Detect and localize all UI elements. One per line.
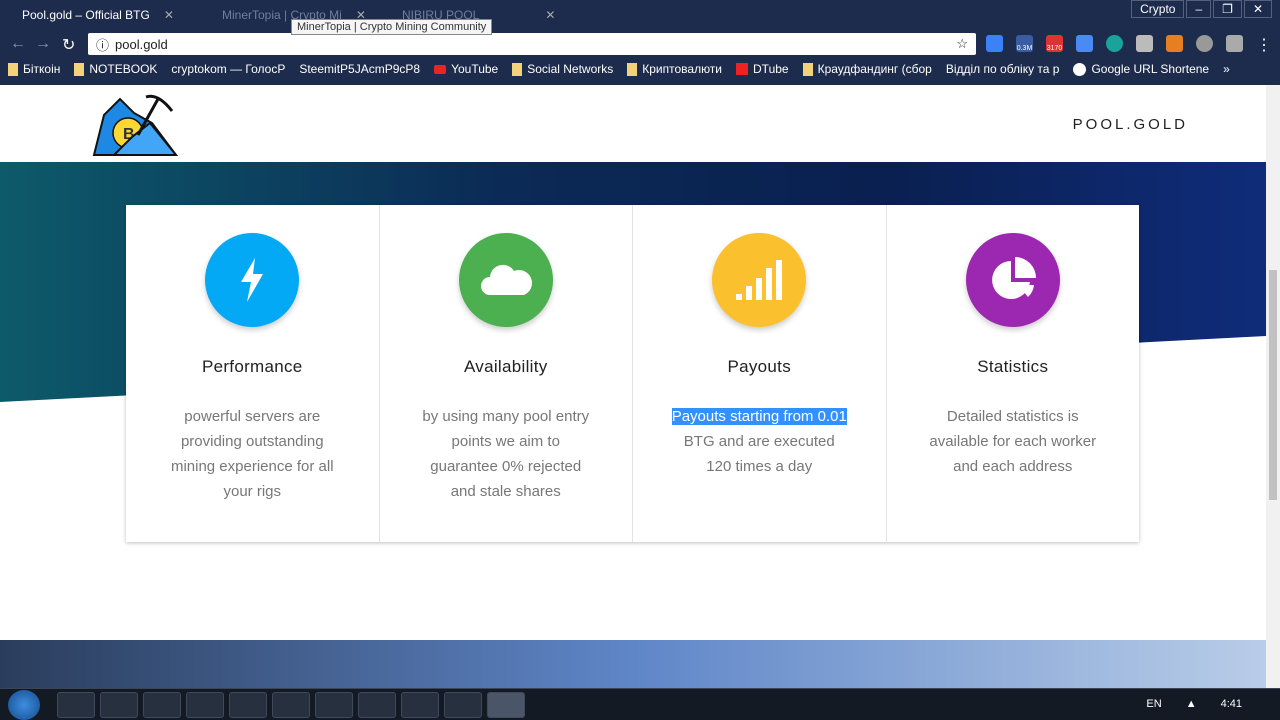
- feature-card-statistics: Statistics Detailed statistics is availa…: [887, 205, 1140, 542]
- explorer-icon[interactable]: [57, 692, 95, 718]
- dtube-icon: [736, 63, 749, 75]
- feature-text: by using many pool entry points we aim t…: [422, 408, 590, 500]
- feature-title: Payouts: [727, 357, 792, 376]
- feature-title: Availability: [463, 357, 548, 376]
- tab-pool-gold[interactable]: Pool.gold – Official BTG ✕: [22, 4, 174, 26]
- bottom-banner: [0, 640, 1266, 688]
- bookmark[interactable]: DTube: [736, 62, 789, 76]
- signal-bars-icon: [712, 233, 807, 327]
- lightning-icon: [205, 233, 300, 327]
- chrome-active-icon[interactable]: [487, 692, 525, 718]
- folder-icon: [802, 62, 813, 76]
- metamask-icon[interactable]: [1166, 35, 1183, 52]
- chrome-profile-icon[interactable]: [401, 692, 439, 718]
- address-bar[interactable]: ⓘ pool.gold ☆: [88, 33, 976, 55]
- features-panel: Performance powerful servers are providi…: [126, 205, 1139, 542]
- info-icon: ⓘ: [96, 37, 110, 53]
- globe-icon[interactable]: [1196, 35, 1213, 52]
- bookmark[interactable]: SteemitP5JAcmP9cP8: [299, 62, 420, 76]
- chrome-icon[interactable]: [143, 692, 181, 718]
- feature-text: Payouts starting from 0.01 BTG and are e…: [669, 404, 849, 479]
- taskbar: EN ▲ 4:41: [0, 688, 1280, 720]
- bitcoin-app-icon[interactable]: [444, 692, 482, 718]
- windows-start-icon[interactable]: [8, 690, 40, 720]
- translate-icon[interactable]: [1076, 35, 1093, 52]
- browser-chrome: Pool.gold – Official BTG ✕ MinerTopia | C…: [0, 0, 1280, 85]
- folder-icon: [627, 62, 638, 76]
- feature-text: Detailed statistics is available for eac…: [929, 408, 1097, 475]
- bookmark[interactable]: Відділ по обліку та р: [946, 62, 1060, 76]
- youtube-icon: [434, 64, 447, 74]
- close-icon[interactable]: ✕: [545, 8, 555, 22]
- bookmarks-overflow[interactable]: »: [1223, 62, 1230, 76]
- bookmark[interactable]: Біткоін: [8, 62, 60, 76]
- cloud-icon: [458, 233, 553, 327]
- tray-arrow-icon[interactable]: ▲: [1186, 698, 1197, 710]
- bookmark[interactable]: Криптовалюти: [627, 62, 722, 76]
- feature-title: Performance: [201, 357, 303, 376]
- word-icon[interactable]: [358, 692, 396, 718]
- bookmark[interactable]: cryptokom — ГолосР: [171, 62, 285, 76]
- selected-text: Payouts starting from 0.01: [671, 408, 847, 425]
- folder-icon: [74, 62, 85, 76]
- feature-title: Statistics: [977, 357, 1049, 376]
- star-icon[interactable]: ☆: [956, 36, 968, 52]
- bookmark[interactable]: NOTEBOOK: [74, 62, 157, 76]
- media-player-icon[interactable]: [100, 692, 138, 718]
- menu-icon[interactable]: ⋮: [1256, 35, 1273, 54]
- scrollbar[interactable]: [1266, 85, 1280, 688]
- web-page: B POOL.GOLD Performance powerful servers…: [0, 85, 1266, 688]
- movie-maker-icon[interactable]: [186, 692, 224, 718]
- extension-refresh-icon[interactable]: [1106, 35, 1123, 52]
- reload-icon[interactable]: ↻: [62, 35, 75, 55]
- feature-card-payouts: Payouts Payouts starting from 0.01 BTG a…: [633, 205, 887, 542]
- bookmark[interactable]: YouTube: [434, 62, 498, 76]
- bookmark[interactable]: Google URL Shortene: [1073, 62, 1209, 76]
- extension-id-icon[interactable]: [1136, 35, 1153, 52]
- profile-button[interactable]: Crypto: [1131, 0, 1185, 18]
- extension-badge-icon[interactable]: 0.3M: [1016, 35, 1033, 52]
- folder-icon: [512, 62, 523, 76]
- google-icon: [1073, 62, 1087, 76]
- close-window-button[interactable]: ✕: [1243, 0, 1272, 18]
- logo: B: [92, 94, 179, 156]
- app-icon[interactable]: [229, 692, 267, 718]
- url-text: pool.gold: [115, 36, 168, 52]
- internet-explorer-icon[interactable]: [315, 692, 353, 718]
- feature-text: powerful servers are providing outstandi…: [170, 408, 334, 500]
- bookmark[interactable]: Social Networks: [512, 62, 613, 76]
- restore-button[interactable]: ❐: [1213, 0, 1242, 18]
- tab-label: Pool.gold – Official BTG: [22, 8, 150, 22]
- pie-chart-icon: [965, 233, 1060, 327]
- scrollbar-thumb[interactable]: [1269, 270, 1277, 500]
- feature-card-availability: Availability by using many pool entry po…: [380, 205, 633, 542]
- feature-card-performance: Performance powerful servers are providi…: [126, 205, 380, 542]
- clock[interactable]: 4:41: [1221, 698, 1242, 710]
- app-icon[interactable]: [272, 692, 310, 718]
- minimize-button[interactable]: –: [1186, 0, 1212, 18]
- site-brand-link[interactable]: POOL.GOLD: [1073, 116, 1188, 133]
- extension-mail-icon[interactable]: 3170: [1046, 35, 1063, 52]
- folder-icon: [8, 62, 18, 76]
- extension-sq-icon[interactable]: [1226, 35, 1243, 52]
- bookmark[interactable]: Краудфандинг (сбор: [802, 62, 932, 76]
- feature-text-rest: BTG and are executed 120 times a day: [683, 433, 835, 475]
- tooltip: MinerTopia | Crypto Mining Community: [291, 19, 493, 35]
- back-icon[interactable]: ←: [10, 35, 26, 53]
- forward-icon[interactable]: →: [35, 35, 51, 53]
- bookmarks-bar: Біткоін NOTEBOOK cryptokom — ГолосР Stee…: [8, 62, 1230, 76]
- close-icon[interactable]: ✕: [164, 8, 174, 22]
- language-indicator[interactable]: EN: [1146, 698, 1161, 710]
- extension-check-icon[interactable]: [986, 35, 1003, 52]
